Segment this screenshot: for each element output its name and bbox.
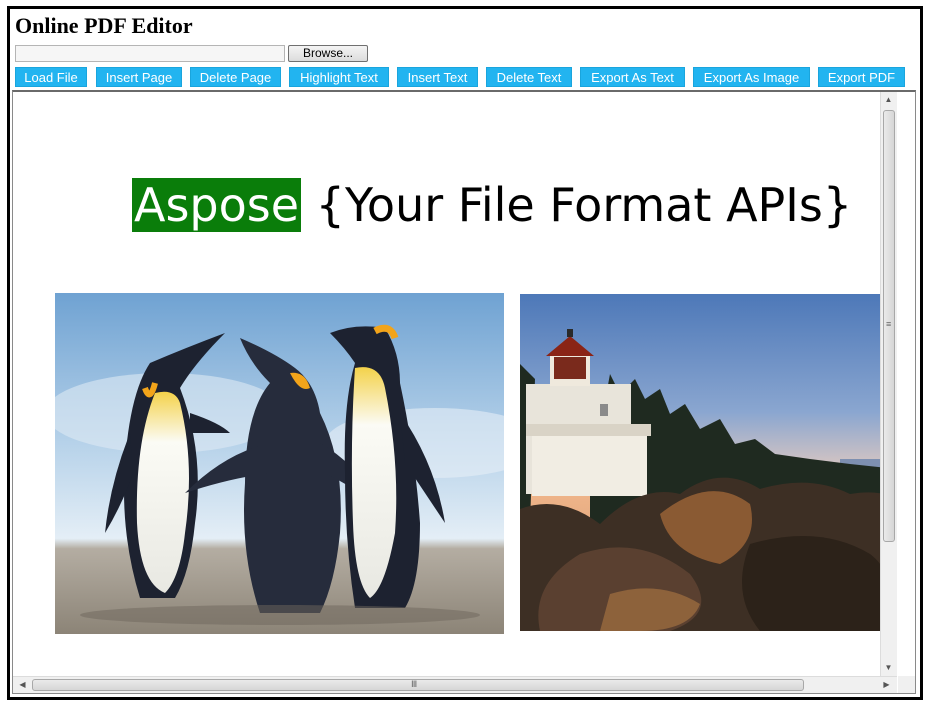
vertical-scrollbar[interactable]: ▲ ≡ ▼	[880, 92, 897, 676]
export-pdf-button[interactable]: Export PDF	[818, 67, 905, 87]
lighthouse-photo	[520, 294, 897, 631]
highlight-text-button[interactable]: Highlight Text	[289, 67, 389, 87]
highlighted-text[interactable]: Aspose	[132, 178, 302, 232]
penguins-photo	[55, 293, 504, 634]
delete-text-button[interactable]: Delete Text	[486, 67, 572, 87]
export-as-image-button[interactable]: Export As Image	[693, 67, 810, 87]
load-file-button[interactable]: Load File	[15, 67, 87, 87]
scroll-down-arrow-icon[interactable]: ▼	[881, 663, 896, 673]
pdf-viewer[interactable]: Aspose {Your File Format APIs} ▲ ≡ ▼ ◀ Ⅲ…	[12, 90, 916, 694]
grip-icon: Ⅲ	[411, 679, 418, 689]
heading-text[interactable]: {Your File Format APIs}	[316, 178, 852, 232]
vertical-scroll-thumb[interactable]: ≡	[883, 110, 895, 542]
insert-page-button[interactable]: Insert Page	[96, 67, 182, 87]
scrollbar-corner	[898, 676, 915, 693]
toolbar: Load File Insert Page Delete Page Highli…	[15, 67, 915, 87]
horizontal-scrollbar[interactable]: ◀ Ⅲ ▶	[13, 676, 897, 693]
scroll-right-arrow-icon[interactable]: ▶	[879, 680, 894, 690]
horizontal-scroll-thumb[interactable]: Ⅲ	[32, 679, 804, 691]
pdf-page: Aspose {Your File Format APIs} ▲ ≡ ▼	[13, 92, 897, 676]
insert-text-button[interactable]: Insert Text	[397, 67, 478, 87]
file-path-input[interactable]	[15, 45, 285, 62]
page-title: Online PDF Editor	[15, 13, 193, 38]
export-as-text-button[interactable]: Export As Text	[580, 67, 685, 87]
delete-page-button[interactable]: Delete Page	[190, 67, 281, 87]
scroll-up-arrow-icon[interactable]: ▲	[881, 95, 896, 105]
browse-button[interactable]: Browse...	[288, 45, 368, 62]
document-heading: Aspose {Your File Format APIs}	[132, 172, 852, 238]
scroll-left-arrow-icon[interactable]: ◀	[15, 680, 30, 690]
app-frame: Online PDF Editor Browse... Load File In…	[7, 6, 923, 700]
grip-icon: ≡	[886, 319, 892, 329]
